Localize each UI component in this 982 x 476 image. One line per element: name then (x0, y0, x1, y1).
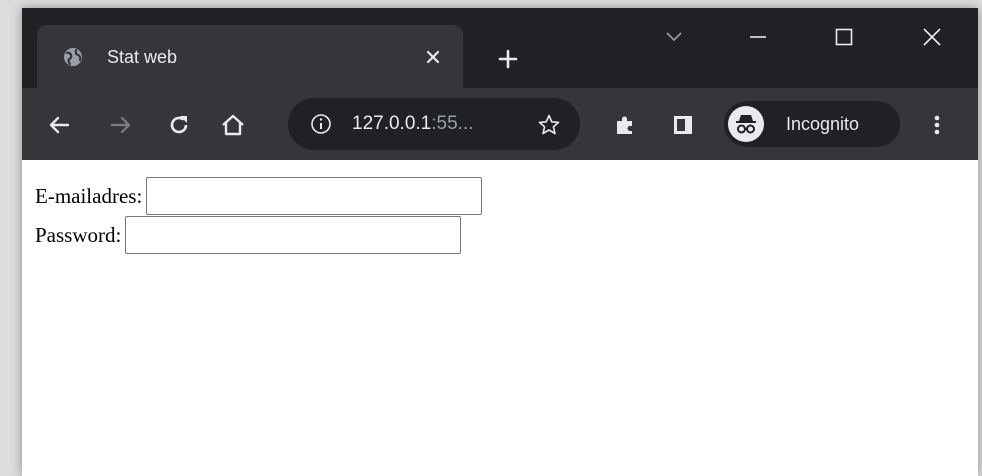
close-tab-icon[interactable] (421, 45, 445, 69)
password-row: Password: (35, 216, 462, 254)
url-host: 127.0.0.1 (352, 113, 432, 134)
info-icon[interactable] (310, 113, 332, 135)
minimize-button[interactable] (740, 22, 776, 52)
url-rest: :55... (431, 113, 474, 134)
side-panel-icon (674, 116, 692, 134)
back-button[interactable] (44, 110, 74, 140)
new-tab-button[interactable] (494, 45, 522, 73)
minimize-icon (750, 36, 766, 38)
browser-toolbar: 127.0.0.1:55... Incognito (22, 88, 978, 160)
incognito-indicator[interactable]: Incognito (724, 101, 900, 147)
browser-window: Stat web 127.0.0.1:55... Incognito E-mai… (22, 8, 978, 476)
maximize-icon (835, 28, 853, 46)
password-field[interactable] (125, 216, 462, 254)
forward-button[interactable] (106, 110, 136, 140)
tab-search-button[interactable] (656, 22, 692, 52)
incognito-icon (728, 106, 764, 142)
close-window-button[interactable] (914, 22, 950, 52)
extensions-button[interactable] (610, 110, 640, 140)
incognito-label: Incognito (786, 114, 860, 134)
kebab-menu-icon (934, 115, 940, 135)
address-bar[interactable]: 127.0.0.1:55... (288, 98, 580, 150)
home-button[interactable] (218, 110, 248, 140)
close-icon (923, 28, 941, 46)
reload-icon (170, 116, 188, 134)
email-field[interactable] (146, 177, 483, 215)
page-content: E-mailadres: Password: (22, 160, 978, 476)
plus-icon (498, 49, 518, 69)
side-panel-button[interactable] (668, 110, 698, 140)
globe-icon (63, 47, 83, 67)
reload-button[interactable] (164, 110, 194, 140)
email-row: E-mailadres: (35, 177, 483, 215)
maximize-button[interactable] (826, 22, 862, 52)
menu-button[interactable] (922, 110, 952, 140)
arrow-left-icon (49, 116, 70, 134)
url-text[interactable]: 127.0.0.1:55... (352, 112, 474, 136)
star-icon[interactable] (536, 112, 562, 138)
password-label: Password: (35, 223, 122, 247)
tab-stat-web[interactable]: Stat web (37, 25, 463, 88)
tab-title: Stat web (107, 47, 178, 67)
tab-strip: Stat web (22, 8, 978, 88)
home-icon (222, 114, 244, 136)
arrow-right-icon (110, 116, 131, 134)
chevron-down-icon (666, 32, 682, 42)
puzzle-icon (617, 116, 632, 134)
email-label: E-mailadres: (35, 184, 143, 208)
